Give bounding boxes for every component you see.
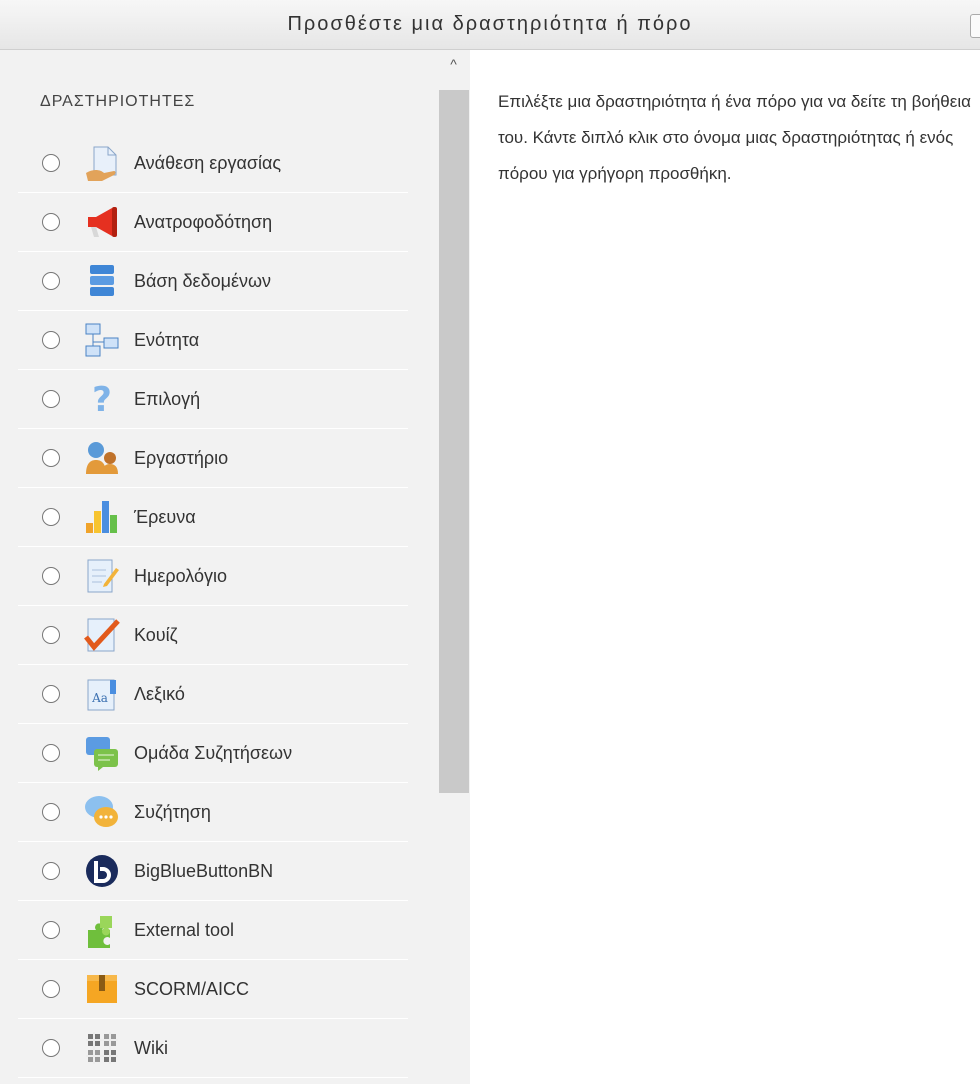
option-assignment[interactable]: Ανάθεση εργασίας — [18, 134, 408, 193]
option-survey[interactable]: Έρευνα — [18, 488, 408, 547]
option-journal[interactable]: Ημερολόγιο — [18, 547, 408, 606]
external-tool-puzzle-icon — [82, 910, 122, 950]
workshop-icon — [82, 438, 122, 478]
radio-button[interactable] — [42, 449, 60, 467]
option-label: Ανάθεση εργασίας — [134, 152, 282, 173]
radio-button[interactable] — [42, 272, 60, 290]
option-label: Λεξικό — [134, 683, 185, 704]
dialog-close-button[interactable] — [970, 14, 980, 38]
option-label: Εργαστήριο — [134, 447, 229, 468]
option-database[interactable]: Βάση δεδομένων — [18, 252, 408, 311]
option-label: Ημερολόγιο — [134, 565, 228, 586]
choice-question-icon: ? — [82, 379, 122, 419]
option-label: Ομάδα Συζητήσεων — [134, 742, 293, 763]
svg-text:Aa: Aa — [91, 691, 108, 705]
radio-button[interactable] — [42, 154, 60, 172]
option-choice[interactable]: ? Επιλογή — [18, 370, 408, 429]
option-label: Κουίζ — [134, 624, 178, 645]
radio-button[interactable] — [42, 626, 60, 644]
option-label: BigBlueButtonBN — [134, 860, 274, 881]
survey-chart-icon — [82, 497, 122, 537]
option-label: External tool — [134, 919, 235, 940]
activities-heading: ΔΡΑΣΤΗΡΙΟΤΗΤΕΣ — [40, 93, 196, 110]
options-panel: ΔΡΑΣΤΗΡΙΟΤΗΤΕΣ Ανάθεση εργασίας Ανατροφο… — [0, 50, 470, 1084]
option-bigbluebutton[interactable]: BigBlueButtonBN — [18, 842, 408, 901]
option-wiki[interactable]: Wiki — [18, 1019, 408, 1078]
radio-button[interactable] — [42, 508, 60, 526]
scroll-thumb[interactable] — [439, 90, 469, 793]
scorm-package-icon — [82, 969, 122, 1009]
forum-icon — [82, 733, 122, 773]
journal-icon — [82, 556, 122, 596]
option-forum[interactable]: Ομάδα Συζητήσεων — [18, 724, 408, 783]
quiz-check-icon — [82, 615, 122, 655]
radio-button[interactable] — [42, 862, 60, 880]
dialog-header: Προσθέστε μια δραστηριότητα ή πόρο — [0, 0, 980, 50]
radio-button[interactable] — [42, 744, 60, 762]
radio-button[interactable] — [42, 685, 60, 703]
glossary-icon: Aa — [82, 674, 122, 714]
radio-button[interactable] — [42, 1039, 60, 1057]
radio-button[interactable] — [42, 567, 60, 585]
option-feedback[interactable]: Ανατροφοδότηση — [18, 193, 408, 252]
option-external-tool[interactable]: External tool — [18, 901, 408, 960]
wiki-icon — [82, 1028, 122, 1068]
radio-button[interactable] — [42, 331, 60, 349]
bigbluebutton-icon — [82, 851, 122, 891]
option-workshop[interactable]: Εργαστήριο — [18, 429, 408, 488]
assignment-icon — [82, 143, 122, 183]
scroll-up-arrow-icon[interactable]: ^ — [437, 52, 470, 76]
database-icon — [82, 261, 122, 301]
option-label: Βάση δεδομένων — [134, 270, 272, 291]
radio-button[interactable] — [42, 390, 60, 408]
radio-button[interactable] — [42, 921, 60, 939]
option-quiz[interactable]: Κουίζ — [18, 606, 408, 665]
option-label: Wiki — [134, 1037, 168, 1058]
radio-button[interactable] — [42, 980, 60, 998]
feedback-megaphone-icon — [82, 202, 122, 242]
dialog-title: Προσθέστε μια δραστηριότητα ή πόρο — [287, 13, 693, 35]
option-label: Ενότητα — [134, 329, 200, 350]
chat-icon — [82, 792, 122, 832]
svg-text:?: ? — [92, 380, 112, 419]
activity-list: Ανάθεση εργασίας Ανατροφοδότηση Βάση δεδ… — [18, 134, 408, 1078]
option-glossary[interactable]: Aa Λεξικό — [18, 665, 408, 724]
radio-button[interactable] — [42, 213, 60, 231]
option-label: Επιλογή — [134, 388, 201, 409]
option-label: Συζήτηση — [134, 801, 211, 822]
lesson-icon — [82, 320, 122, 360]
radio-button[interactable] — [42, 803, 60, 821]
option-lesson[interactable]: Ενότητα — [18, 311, 408, 370]
help-text: Επιλέξτε μια δραστηριότητα ή ένα πόρο γι… — [498, 92, 971, 183]
option-scorm[interactable]: SCORM/AICC — [18, 960, 408, 1019]
vertical-scrollbar[interactable]: ^ — [437, 50, 470, 1084]
option-label: SCORM/AICC — [134, 978, 250, 999]
option-label: Ανατροφοδότηση — [134, 211, 273, 232]
option-chat[interactable]: Συζήτηση — [18, 783, 408, 842]
option-label: Έρευνα — [134, 506, 196, 527]
